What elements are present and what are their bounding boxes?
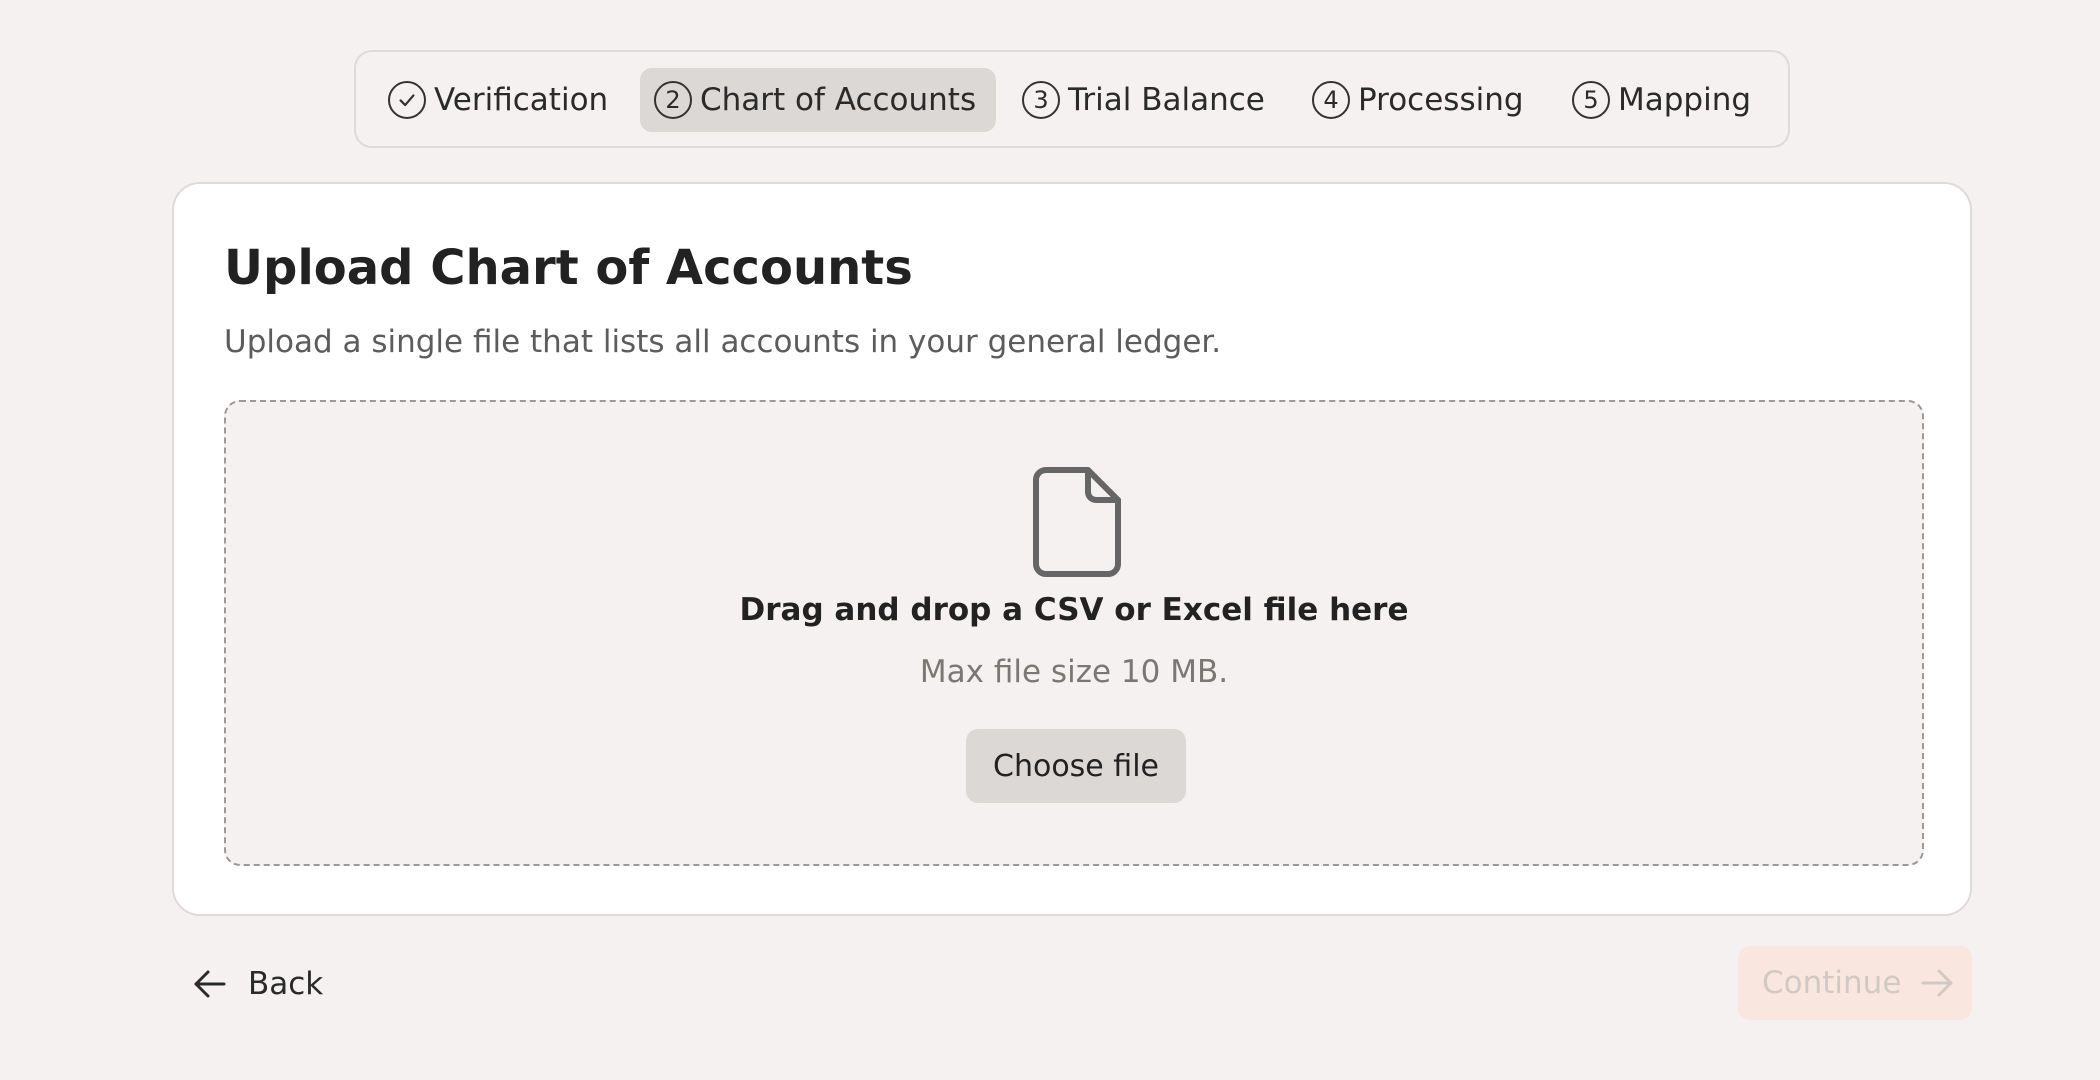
continue-label: Continue xyxy=(1762,965,1902,1001)
page-subtitle: Upload a single file that lists all acco… xyxy=(224,324,1222,360)
step-chart-of-accounts[interactable]: 2 Chart of Accounts xyxy=(640,68,996,132)
back-button[interactable]: Back xyxy=(190,954,323,1014)
step-verification[interactable]: Verification xyxy=(374,68,628,132)
step-number: 4 xyxy=(1312,81,1350,119)
step-label: Mapping xyxy=(1618,82,1752,118)
step-label: Verification xyxy=(434,82,609,118)
file-icon xyxy=(1033,467,1121,577)
step-mapping[interactable]: 5 Mapping xyxy=(1558,68,1776,132)
file-dropzone[interactable]: Drag and drop a CSV or Excel file here M… xyxy=(224,400,1924,866)
dropzone-title: Drag and drop a CSV or Excel file here xyxy=(739,592,1409,628)
dropzone-hint: Max file size 10 MB. xyxy=(919,654,1229,690)
step-label: Trial Balance xyxy=(1068,82,1265,118)
upload-card: Upload Chart of Accounts Upload a single… xyxy=(172,182,1972,916)
step-label: Processing xyxy=(1358,82,1524,118)
arrow-right-icon xyxy=(1921,969,1953,997)
step-number: 5 xyxy=(1572,81,1610,119)
step-label: Chart of Accounts xyxy=(700,82,977,118)
step-number: 3 xyxy=(1022,81,1060,119)
continue-button[interactable]: Continue xyxy=(1738,946,1972,1020)
back-label: Back xyxy=(248,966,324,1002)
stepper: Verification 2 Chart of Accounts 3 Trial… xyxy=(354,50,1790,148)
step-number: 2 xyxy=(654,81,692,119)
check-icon xyxy=(388,81,426,119)
page-title: Upload Chart of Accounts xyxy=(224,240,913,296)
step-processing[interactable]: 4 Processing xyxy=(1298,68,1530,132)
arrow-left-icon xyxy=(194,970,226,998)
choose-file-button[interactable]: Choose file xyxy=(966,729,1186,803)
step-trial-balance[interactable]: 3 Trial Balance xyxy=(1008,68,1278,132)
